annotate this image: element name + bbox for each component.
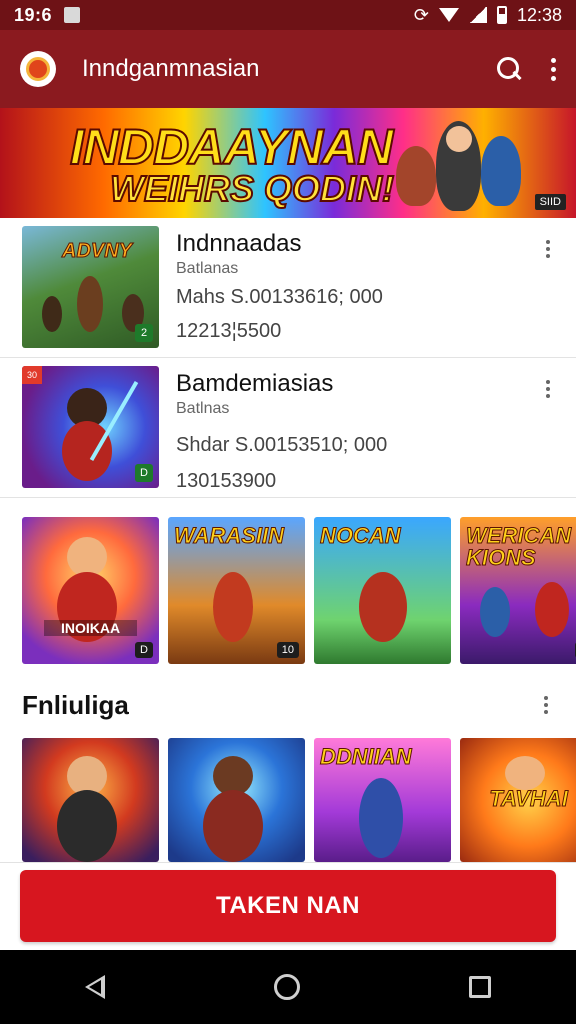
- game-subtitle: Batlanas: [176, 260, 239, 277]
- gallery-card[interactable]: DDNIIAN: [314, 738, 451, 862]
- list-item[interactable]: 30 D Bamdemiasias Batlnas Shdar S.001535…: [0, 358, 576, 498]
- corner-badge: 30: [22, 366, 42, 384]
- card-badge: 10: [276, 642, 299, 658]
- rating-badge: D: [135, 464, 153, 482]
- more-vert-icon[interactable]: [551, 57, 556, 81]
- sync-icon: ⟳: [413, 4, 429, 25]
- game-thumbnail[interactable]: 30 D: [22, 366, 159, 488]
- card-badge: D: [135, 642, 153, 658]
- banner-subtitle: WEIHRS QODIN!: [109, 167, 395, 210]
- status-bar: 19:6 ⟳ 12:38: [0, 0, 576, 30]
- card-title: WERICAN KIONS: [466, 523, 572, 570]
- game-thumbnail[interactable]: ADVNY 2: [22, 226, 159, 348]
- status-time: 19:6: [14, 4, 53, 25]
- gallery-card[interactable]: TAVHAI: [460, 738, 576, 862]
- featured-gallery: INOIKAA D WARASIIN 10 NOCAN WERICAN KION…: [22, 517, 576, 664]
- game-title: Indnnaadas: [176, 230, 302, 257]
- section-gallery: DDNIIAN TAVHAI: [22, 738, 576, 862]
- game-count: 130153900: [176, 470, 277, 492]
- section-title: Fnliuliga: [22, 690, 129, 720]
- gallery-card[interactable]: [22, 738, 159, 862]
- promo-banner[interactable]: INDDAAYNAN WEIHRS QODIN! SIID: [0, 108, 576, 218]
- status-clock: 12:38: [516, 4, 562, 25]
- gallery-card[interactable]: [168, 738, 305, 862]
- gallery-card[interactable]: INOIKAA D: [22, 517, 159, 664]
- app-logo-icon[interactable]: [20, 51, 56, 87]
- game-title: Bamdemiasias: [176, 370, 334, 397]
- signal-icon: [468, 7, 487, 23]
- gallery-card[interactable]: WERICAN KIONS 0: [460, 517, 576, 664]
- list-item[interactable]: ADVNY 2 Indnnaadas Batlanas Mahs S.00133…: [0, 218, 576, 358]
- app-title: Inndganmnasian: [82, 55, 260, 82]
- banner-characters-image: [386, 116, 536, 216]
- card-label: INOIKAA: [44, 620, 137, 636]
- card-title: TAVHAI: [489, 786, 569, 811]
- rating-badge: 2: [135, 324, 153, 342]
- game-meta: Shdar S.00153510; 000: [176, 434, 388, 456]
- recents-icon[interactable]: [469, 976, 492, 998]
- card-title: WARASIIN: [174, 523, 285, 548]
- game-meta: Mahs S.00133616; 000: [176, 286, 383, 308]
- primary-action-button[interactable]: TAKEN NAN: [20, 870, 556, 942]
- bottom-action-area: TAKEN NAN: [0, 862, 576, 950]
- status-icons: ⟳ 12:38: [414, 5, 562, 26]
- battery-icon: [496, 6, 507, 24]
- notification-icon: [64, 7, 81, 23]
- game-subtitle: Batlnas: [176, 400, 230, 417]
- card-title: NOCAN: [320, 523, 402, 548]
- banner-badge: SIID: [534, 194, 566, 210]
- system-nav-bar: [0, 950, 576, 1024]
- game-count: 12213¦5500: [176, 320, 282, 342]
- gallery-card[interactable]: NOCAN: [314, 517, 451, 664]
- section-more-icon[interactable]: [544, 696, 548, 714]
- home-icon[interactable]: [273, 974, 300, 1000]
- item-more-icon[interactable]: [546, 380, 550, 398]
- app-bar: Inndganmnasian: [0, 30, 576, 108]
- card-title: DDNIIAN: [320, 744, 413, 769]
- game-list: ADVNY 2 Indnnaadas Batlanas Mahs S.00133…: [0, 218, 576, 498]
- item-more-icon[interactable]: [546, 240, 550, 258]
- back-icon[interactable]: [84, 975, 105, 999]
- search-icon[interactable]: [497, 57, 521, 81]
- wifi-icon: [438, 8, 459, 22]
- gallery-card[interactable]: WARASIIN 10: [168, 517, 305, 664]
